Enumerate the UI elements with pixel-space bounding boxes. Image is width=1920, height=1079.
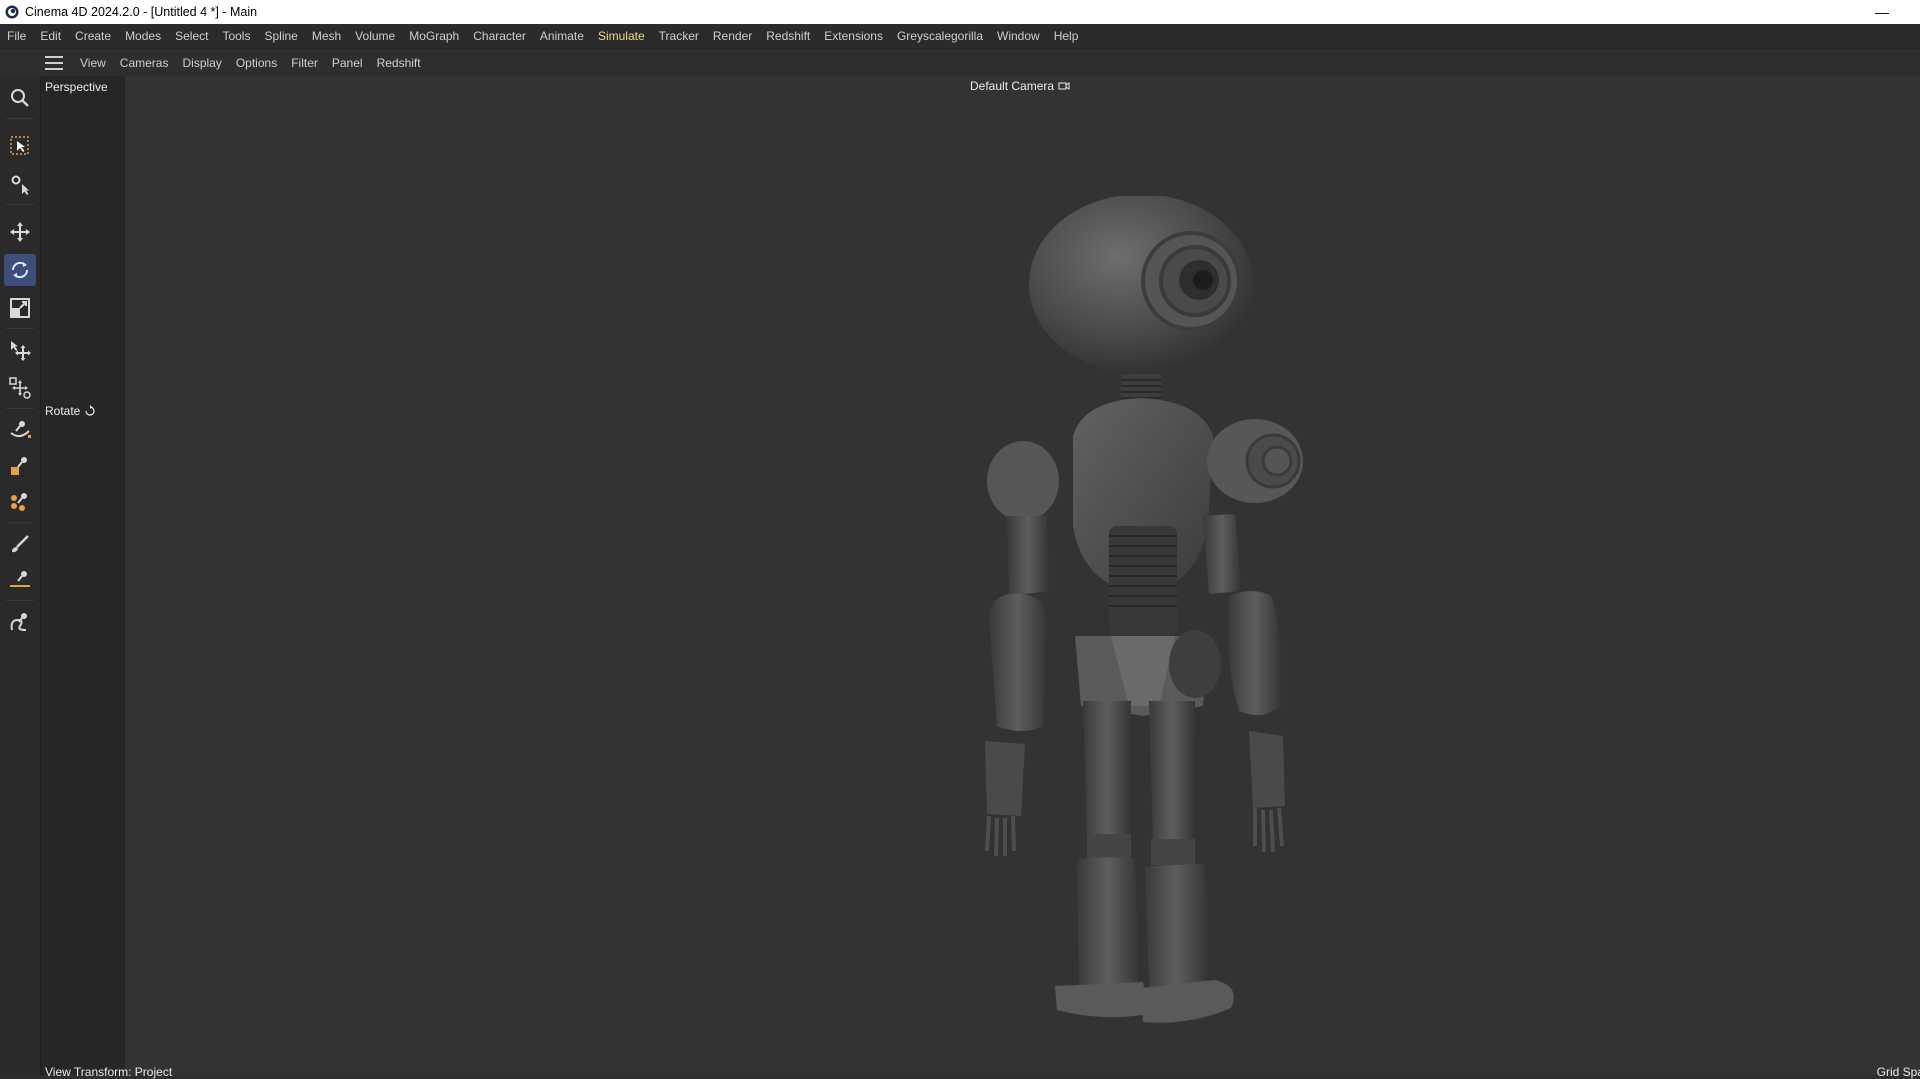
viewmenu-redshift[interactable]: Redshift xyxy=(370,51,428,75)
viewmenu-panel[interactable]: Panel xyxy=(325,51,370,75)
scale-button[interactable] xyxy=(4,292,36,324)
search-icon xyxy=(11,89,29,107)
material-paint-icon xyxy=(11,493,27,511)
tool-hud-rotate: Rotate xyxy=(45,404,96,418)
window-title: Cinema 4D 2024.2.0 - [Untitled 4 *] - Ma… xyxy=(25,5,258,19)
menu-render[interactable]: Render xyxy=(706,24,759,48)
viewport-camera-label[interactable]: Default Camera xyxy=(970,79,1070,93)
robot-model[interactable] xyxy=(963,196,1313,1075)
view-transform-label: View Transform: Project xyxy=(45,1065,173,1079)
viewmenu-options[interactable]: Options xyxy=(229,51,284,75)
menu-greyscalegorilla[interactable]: Greyscalegorilla xyxy=(890,24,990,48)
move-icon xyxy=(10,222,30,242)
robot-right-leg xyxy=(1149,701,1195,841)
menu-redshift[interactable]: Redshift xyxy=(759,24,817,48)
viewmenu-filter[interactable]: Filter xyxy=(284,51,325,75)
spline-pen-button[interactable] xyxy=(4,606,36,638)
live-selection-icon xyxy=(10,136,29,155)
menu-volume[interactable]: Volume xyxy=(348,24,402,48)
menu-simulate[interactable]: Simulate xyxy=(591,24,652,48)
knife-curve-button[interactable] xyxy=(4,414,36,446)
search-button[interactable] xyxy=(4,82,36,114)
knife-curve-icon xyxy=(10,421,31,438)
brush-icon xyxy=(12,535,29,553)
menu-animate[interactable]: Animate xyxy=(533,24,591,48)
menu-spline[interactable]: Spline xyxy=(257,24,304,48)
minimize-button[interactable]: — xyxy=(1872,2,1892,22)
viewmenu-cameras[interactable]: Cameras xyxy=(113,51,176,75)
menu-extensions[interactable]: Extensions xyxy=(817,24,890,48)
menu-tools[interactable]: Tools xyxy=(215,24,257,48)
rotate-small-icon xyxy=(85,405,95,416)
multi-transform-icon xyxy=(9,377,31,399)
spline-pen-icon xyxy=(10,613,27,631)
menu-window[interactable]: Window xyxy=(990,24,1047,48)
transfer-icon xyxy=(11,341,31,361)
menu-file[interactable]: File xyxy=(0,24,33,48)
menu-mesh[interactable]: Mesh xyxy=(305,24,348,48)
line-cut-icon xyxy=(10,571,30,587)
transfer-button[interactable] xyxy=(4,334,36,366)
object-axis-icon xyxy=(11,175,29,195)
viewmenu-view[interactable]: View xyxy=(73,51,113,75)
menu-create[interactable]: Create xyxy=(68,24,118,48)
live-selection-button[interactable] xyxy=(4,130,36,162)
multi-transform-button[interactable] xyxy=(4,372,36,404)
brush-button[interactable] xyxy=(4,528,36,560)
viewport-perspective[interactable] xyxy=(125,76,1920,1075)
tool-hud-label: Rotate xyxy=(45,404,81,418)
camera-name: Default Camera xyxy=(970,79,1055,93)
cinema4d-logo-icon xyxy=(5,5,19,19)
menu-help[interactable]: Help xyxy=(1047,24,1086,48)
camera-link-icon xyxy=(1058,82,1070,90)
rotate-button[interactable] xyxy=(4,254,36,286)
viewport-view-name[interactable]: Perspective xyxy=(45,80,108,94)
menu-select[interactable]: Select xyxy=(168,24,215,48)
viewport-side-panel xyxy=(41,76,125,1075)
menu-mograph[interactable]: MoGraph xyxy=(402,24,466,48)
menu-tracker[interactable]: Tracker xyxy=(652,24,706,48)
tool-palette xyxy=(0,76,41,1075)
object-axis-button[interactable] xyxy=(4,168,36,200)
menu-character[interactable]: Character xyxy=(466,24,533,48)
robot-left-shoulder xyxy=(987,441,1059,521)
window-titlebar: Cinema 4D 2024.2.0 - [Untitled 4 *] - Ma… xyxy=(0,0,1920,24)
menu-modes[interactable]: Modes xyxy=(118,24,168,48)
grid-spacing-label: Grid Spa xyxy=(1876,1065,1920,1079)
viewmenu-display[interactable]: Display xyxy=(175,51,228,75)
main-menubar: File Edit Create Modes Select Tools Spli… xyxy=(0,24,1920,49)
scale-icon xyxy=(10,298,30,318)
viewport-menubar: View Cameras Display Options Filter Pane… xyxy=(40,51,428,75)
move-button[interactable] xyxy=(4,216,36,248)
polygon-pen-icon xyxy=(11,457,27,475)
polygon-pen-button[interactable] xyxy=(4,450,36,482)
hamburger-menu-icon[interactable] xyxy=(45,56,63,70)
menu-edit[interactable]: Edit xyxy=(33,24,68,48)
line-cut-button[interactable] xyxy=(4,564,36,596)
robot-left-leg xyxy=(1083,701,1131,836)
material-paint-button[interactable] xyxy=(4,486,36,518)
rotate-icon xyxy=(11,261,29,279)
